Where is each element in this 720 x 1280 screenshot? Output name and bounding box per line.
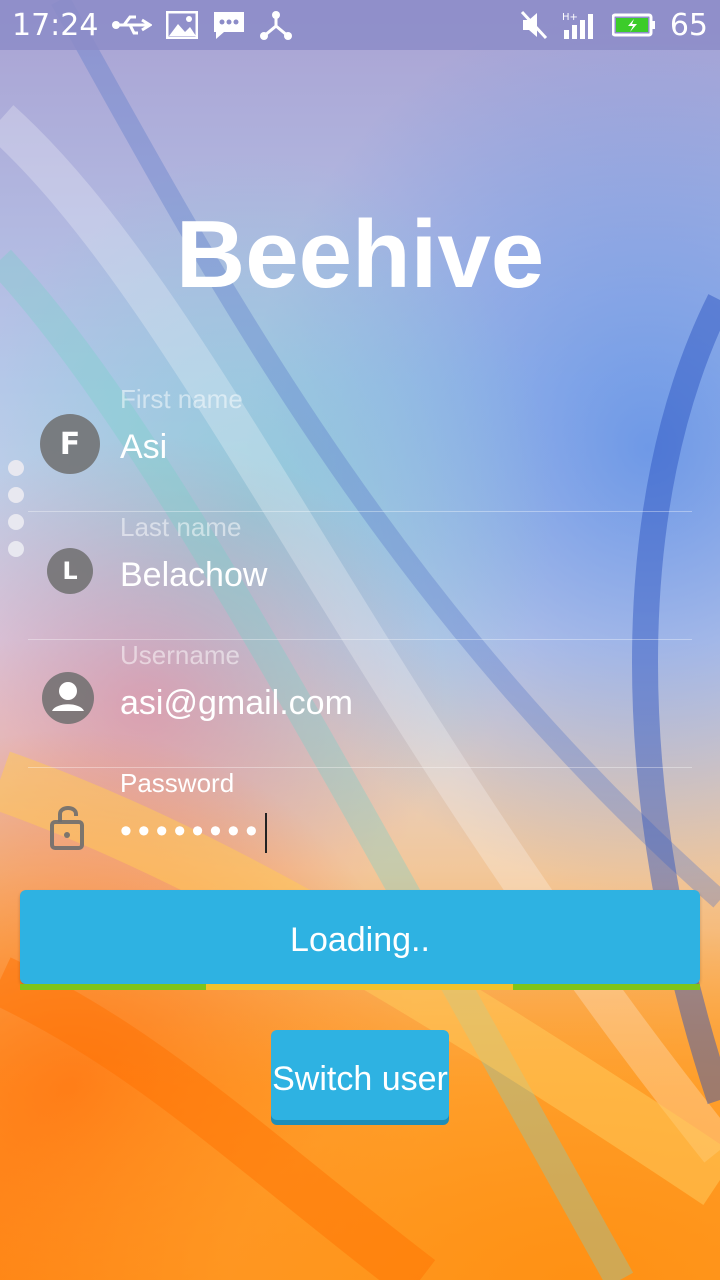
side-menu-handle[interactable] — [8, 460, 24, 557]
text-cursor — [265, 813, 268, 854]
usb-icon — [112, 15, 153, 35]
message-icon — [214, 12, 245, 39]
lock-icon — [40, 798, 96, 858]
first-name-icon: F — [40, 414, 100, 474]
side-dot — [8, 541, 24, 557]
image-icon — [166, 11, 199, 39]
status-time: 17:24 — [12, 7, 99, 43]
username-label: Username — [120, 640, 240, 670]
username-field[interactable]: Username asi@gmail.com — [28, 640, 692, 768]
first-name-field[interactable]: First name F Asi — [28, 384, 692, 512]
first-name-label: First name — [120, 384, 243, 414]
svg-text:H+: H+ — [562, 12, 578, 23]
mute-icon — [520, 10, 547, 40]
progress-segment — [20, 984, 206, 990]
signal-icon: H+ — [562, 12, 593, 39]
status-bar: 17:24 H+ 65 — [0, 0, 720, 50]
first-name-input[interactable]: Asi — [120, 428, 167, 467]
password-field[interactable]: Password •••••••• — [28, 768, 692, 896]
switch-user-button[interactable]: Switch user — [271, 1030, 449, 1120]
side-dot — [8, 487, 24, 503]
password-label: Password — [120, 768, 235, 798]
app-title: Beehive — [175, 201, 545, 308]
password-input[interactable]: •••••••• — [120, 812, 268, 854]
loading-progress-bar — [20, 984, 700, 990]
battery-icon — [611, 13, 655, 37]
side-dot — [8, 460, 24, 476]
battery-level: 65 — [669, 7, 708, 43]
side-dot — [8, 514, 24, 530]
last-name-input[interactable]: Belachow — [120, 556, 267, 595]
username-input[interactable]: asi@gmail.com — [120, 684, 353, 723]
last-name-label: Last name — [120, 512, 242, 542]
last-name-field[interactable]: Last name L Belachow — [28, 512, 692, 640]
share-icon — [260, 11, 293, 40]
login-button[interactable]: Loading.. — [20, 890, 700, 984]
last-name-icon: L — [40, 548, 93, 594]
user-icon — [40, 670, 96, 730]
progress-segment — [513, 984, 700, 990]
